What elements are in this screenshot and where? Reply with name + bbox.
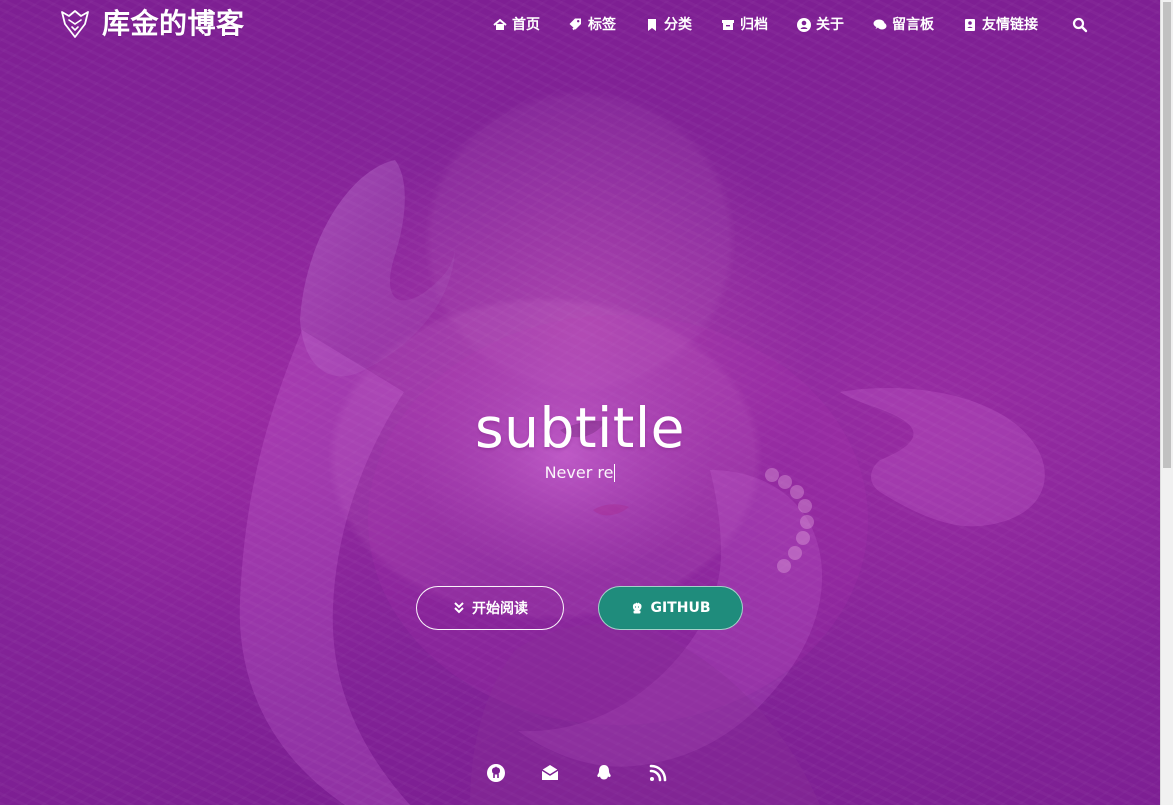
hero-title: subtitle — [475, 395, 685, 460]
social-links — [486, 763, 668, 783]
nav-friend-links-label: 友情链接 — [982, 17, 1038, 33]
nav-about[interactable]: 关于 — [796, 13, 844, 37]
search-icon — [1072, 17, 1088, 33]
hero-actions: 开始阅读 GITHUB — [416, 586, 743, 630]
site-title: 库金的博客 — [102, 7, 245, 40]
qq-icon — [594, 763, 614, 783]
typing-caret — [614, 464, 616, 482]
nav-tags-label: 标签 — [588, 17, 616, 33]
github-icon — [630, 601, 644, 615]
mail-icon — [540, 763, 560, 783]
hero-subtitle-row: Never re — [0, 459, 1160, 487]
github-button[interactable]: GITHUB — [598, 586, 743, 630]
nav-archives-label: 归档 — [740, 17, 768, 33]
nav-friend-links[interactable]: 友情链接 — [962, 13, 1038, 37]
hero-banner: 库金的博客 首页 标签 分类 归档 关于 留言板 友情链接 subtitle N… — [0, 0, 1160, 805]
nav-tags[interactable]: 标签 — [568, 13, 616, 37]
tags-icon — [568, 17, 584, 33]
start-reading-button[interactable]: 开始阅读 — [416, 586, 564, 630]
site-header: 库金的博客 首页 标签 分类 归档 关于 留言板 友情链接 — [0, 0, 1160, 52]
home-icon — [492, 17, 508, 33]
typing-subtitle: Never re — [544, 463, 614, 482]
brand[interactable]: 库金的博客 — [58, 7, 245, 41]
nav-home[interactable]: 首页 — [492, 13, 540, 37]
address-card-icon — [962, 17, 978, 33]
nav-guestbook-label: 留言板 — [892, 17, 934, 33]
archive-icon — [720, 17, 736, 33]
search-button[interactable] — [1072, 16, 1090, 34]
comments-icon — [872, 17, 888, 33]
email-social-link[interactable] — [540, 763, 560, 783]
start-reading-label: 开始阅读 — [472, 601, 528, 617]
user-circle-icon — [796, 17, 812, 33]
qq-social-link[interactable] — [594, 763, 614, 783]
nav-guestbook[interactable]: 留言板 — [872, 13, 934, 37]
scrollbar-thumb[interactable] — [1163, 2, 1171, 468]
bookmark-icon — [644, 17, 660, 33]
github-icon — [486, 763, 506, 783]
github-social-link[interactable] — [486, 763, 506, 783]
rss-icon — [648, 763, 668, 783]
rss-social-link[interactable] — [648, 763, 668, 783]
nav-categories[interactable]: 分类 — [644, 13, 692, 37]
page-scrollbar[interactable] — [1160, 0, 1173, 805]
hero-content: subtitle Never re 开始阅读 GITHUB — [0, 0, 1160, 805]
nav-home-label: 首页 — [512, 17, 540, 33]
fox-logo-icon — [58, 7, 92, 41]
double-chevron-down-icon — [452, 601, 466, 615]
nav-about-label: 关于 — [816, 17, 844, 33]
github-button-label: GITHUB — [650, 600, 711, 616]
nav-archives[interactable]: 归档 — [720, 13, 768, 37]
main-navigation: 首页 标签 分类 归档 关于 留言板 友情链接 — [492, 13, 1090, 37]
nav-categories-label: 分类 — [664, 17, 692, 33]
